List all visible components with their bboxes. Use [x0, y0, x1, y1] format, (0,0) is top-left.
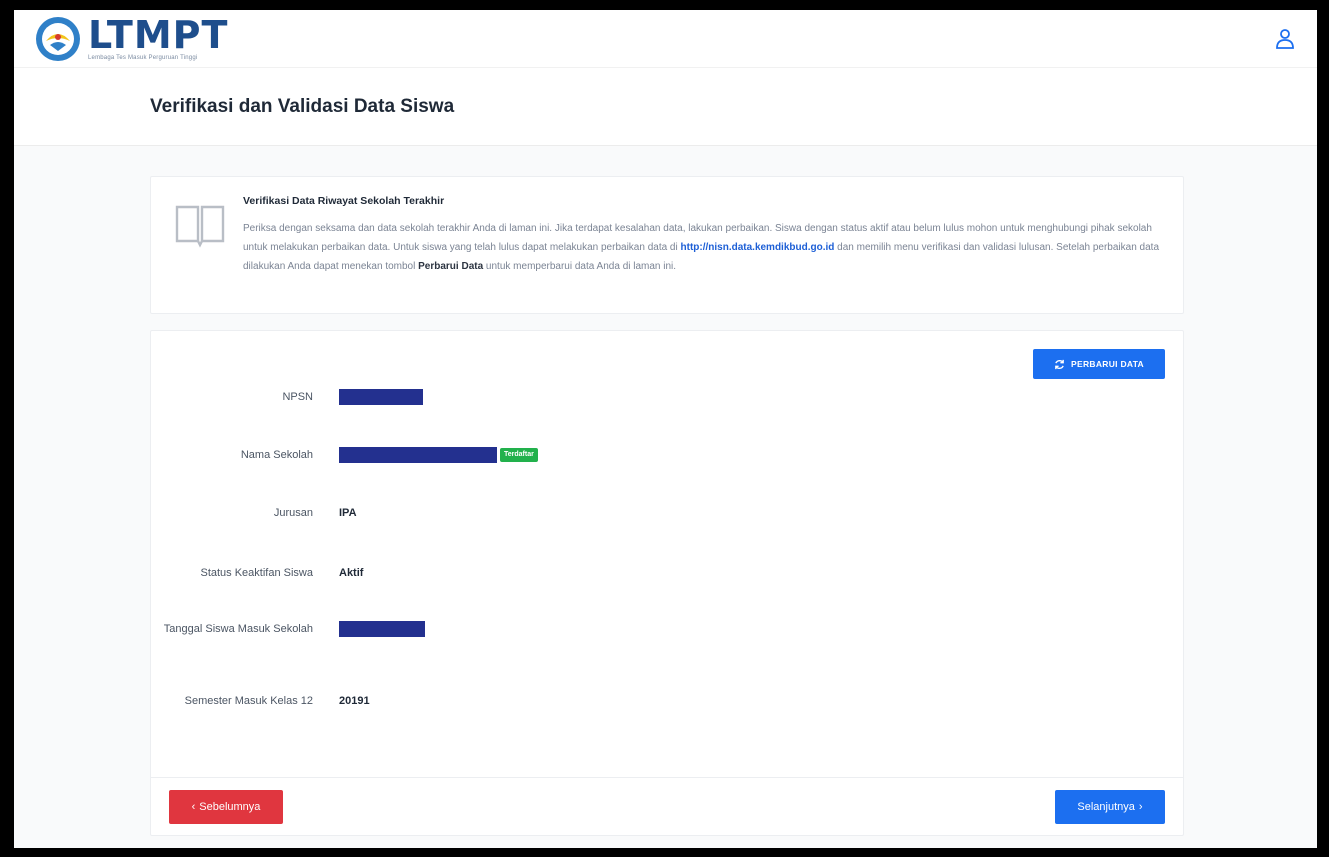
school-value: Terdaftar	[339, 445, 538, 465]
semester-value: 20191	[339, 695, 370, 707]
top-navbar: LTMPT Lembaga Tes Masuk Perguruan Tinggi	[14, 10, 1317, 68]
info-panel: Verifikasi Data Riwayat Sekolah Terakhir…	[150, 176, 1184, 314]
open-book-icon	[173, 199, 227, 253]
user-account-icon[interactable]	[1273, 27, 1297, 51]
app-window: LTMPT Lembaga Tes Masuk Perguruan Tinggi…	[14, 10, 1317, 848]
school-row: Nama Sekolah Terdaftar	[151, 445, 1183, 465]
npsn-label: NPSN	[282, 391, 313, 403]
registered-badge: Terdaftar	[500, 448, 538, 462]
entry-date-row: Tanggal Siswa Masuk Sekolah	[151, 619, 1183, 639]
refresh-icon	[1055, 359, 1064, 369]
semester-row: Semester Masuk Kelas 12 20191	[151, 691, 1183, 711]
next-button[interactable]: Selanjutnya ›	[1055, 790, 1165, 824]
brand-logo[interactable]: LTMPT Lembaga Tes Masuk Perguruan Tinggi	[36, 16, 228, 61]
redacted-entry-date	[339, 621, 425, 637]
perbarui-data-reference: Perbarui Data	[418, 261, 484, 272]
entry-date-label: Tanggal Siswa Masuk Sekolah	[163, 623, 313, 635]
redacted-school-name	[339, 447, 497, 463]
entry-date-value	[339, 619, 425, 639]
major-value: IPA	[339, 507, 357, 519]
brand-name: LTMPT	[88, 13, 229, 57]
semester-label: Semester Masuk Kelas 12	[184, 695, 313, 707]
tut-wuri-handayani-emblem-icon	[36, 16, 80, 61]
brand-tagline: Lembaga Tes Masuk Perguruan Tinggi	[88, 55, 198, 61]
status-value: Aktif	[339, 567, 364, 579]
status-label: Status Keaktifan Siswa	[200, 567, 313, 579]
npsn-value	[339, 387, 423, 407]
info-title: Verifikasi Data Riwayat Sekolah Terakhir	[243, 195, 445, 207]
major-row: Jurusan IPA	[151, 503, 1183, 523]
refresh-data-button[interactable]: PERBARUI DATA	[1033, 349, 1165, 379]
chevron-left-icon: ‹	[191, 801, 196, 813]
page-header: Verifikasi dan Validasi Data Siswa	[14, 68, 1317, 146]
page-title: Verifikasi dan Validasi Data Siswa	[150, 95, 455, 117]
info-description: Periksa dengan seksama dan data sekolah …	[243, 223, 1160, 272]
form-footer: ‹ Sebelumnya Selanjutnya ›	[151, 777, 1183, 835]
previous-button[interactable]: ‹ Sebelumnya	[169, 790, 283, 824]
redacted-npsn	[339, 389, 423, 405]
school-label: Nama Sekolah	[240, 449, 313, 461]
chevron-right-icon: ›	[1138, 801, 1143, 813]
npsn-row: NPSN	[151, 387, 1183, 407]
status-row: Status Keaktifan Siswa Aktif	[151, 563, 1183, 583]
student-data-panel: PERBARUI DATA NPSN Nama Sekolah Terdafta…	[150, 330, 1184, 836]
major-label: Jurusan	[273, 507, 313, 519]
nisn-link[interactable]: http://nisn.data.kemdikbud.go.id	[681, 242, 835, 253]
main-content: Verifikasi Data Riwayat Sekolah Terakhir…	[14, 146, 1317, 848]
